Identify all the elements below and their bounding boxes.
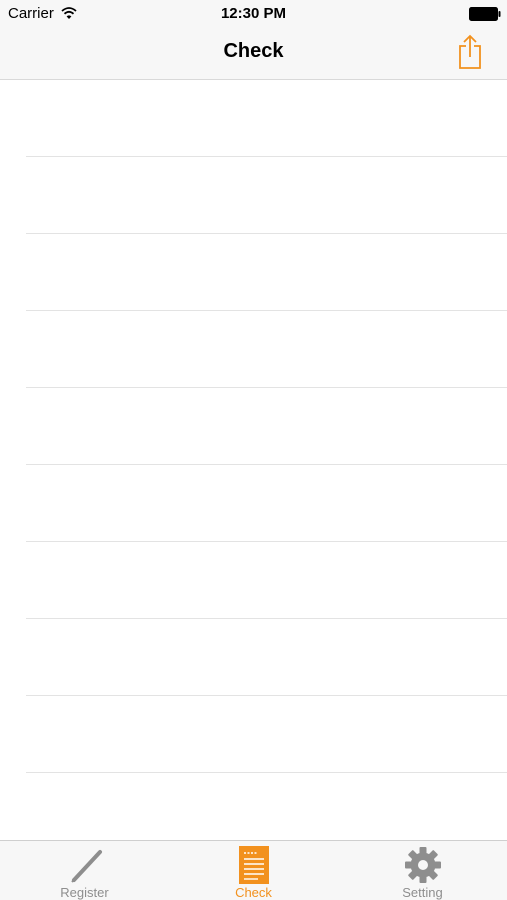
pencil-icon xyxy=(65,846,105,884)
table-row[interactable] xyxy=(0,388,507,465)
share-button[interactable] xyxy=(452,32,488,72)
share-icon xyxy=(452,34,488,76)
tab-label: Check xyxy=(235,885,272,900)
tab-label: Register xyxy=(60,885,109,900)
table-row[interactable] xyxy=(0,773,507,850)
status-bar: Carrier 12:30 PM xyxy=(0,0,507,28)
table-row[interactable] xyxy=(0,234,507,311)
app-screen: Carrier 12:30 PM Check Register Check Se… xyxy=(0,0,507,900)
page-title: Check xyxy=(223,40,284,62)
status-time: 12:30 PM xyxy=(220,5,287,22)
table-row[interactable] xyxy=(0,465,507,542)
tab-label: Setting xyxy=(402,885,443,900)
table-row[interactable] xyxy=(0,619,507,696)
gear-icon xyxy=(403,846,443,884)
table-row[interactable] xyxy=(0,542,507,619)
table-row[interactable] xyxy=(0,157,507,234)
tab-check[interactable]: Check xyxy=(169,841,338,900)
top-bar: Carrier 12:30 PM Check xyxy=(0,0,507,80)
table-row[interactable] xyxy=(0,80,507,157)
document-icon xyxy=(234,846,274,884)
tab-bar: Register Check Setting xyxy=(0,840,507,900)
tab-register[interactable]: Register xyxy=(0,841,169,900)
tab-setting[interactable]: Setting xyxy=(338,841,507,900)
table-view[interactable] xyxy=(0,80,507,850)
table-row[interactable] xyxy=(0,696,507,773)
table-row[interactable] xyxy=(0,311,507,388)
battery-icon xyxy=(469,7,501,21)
